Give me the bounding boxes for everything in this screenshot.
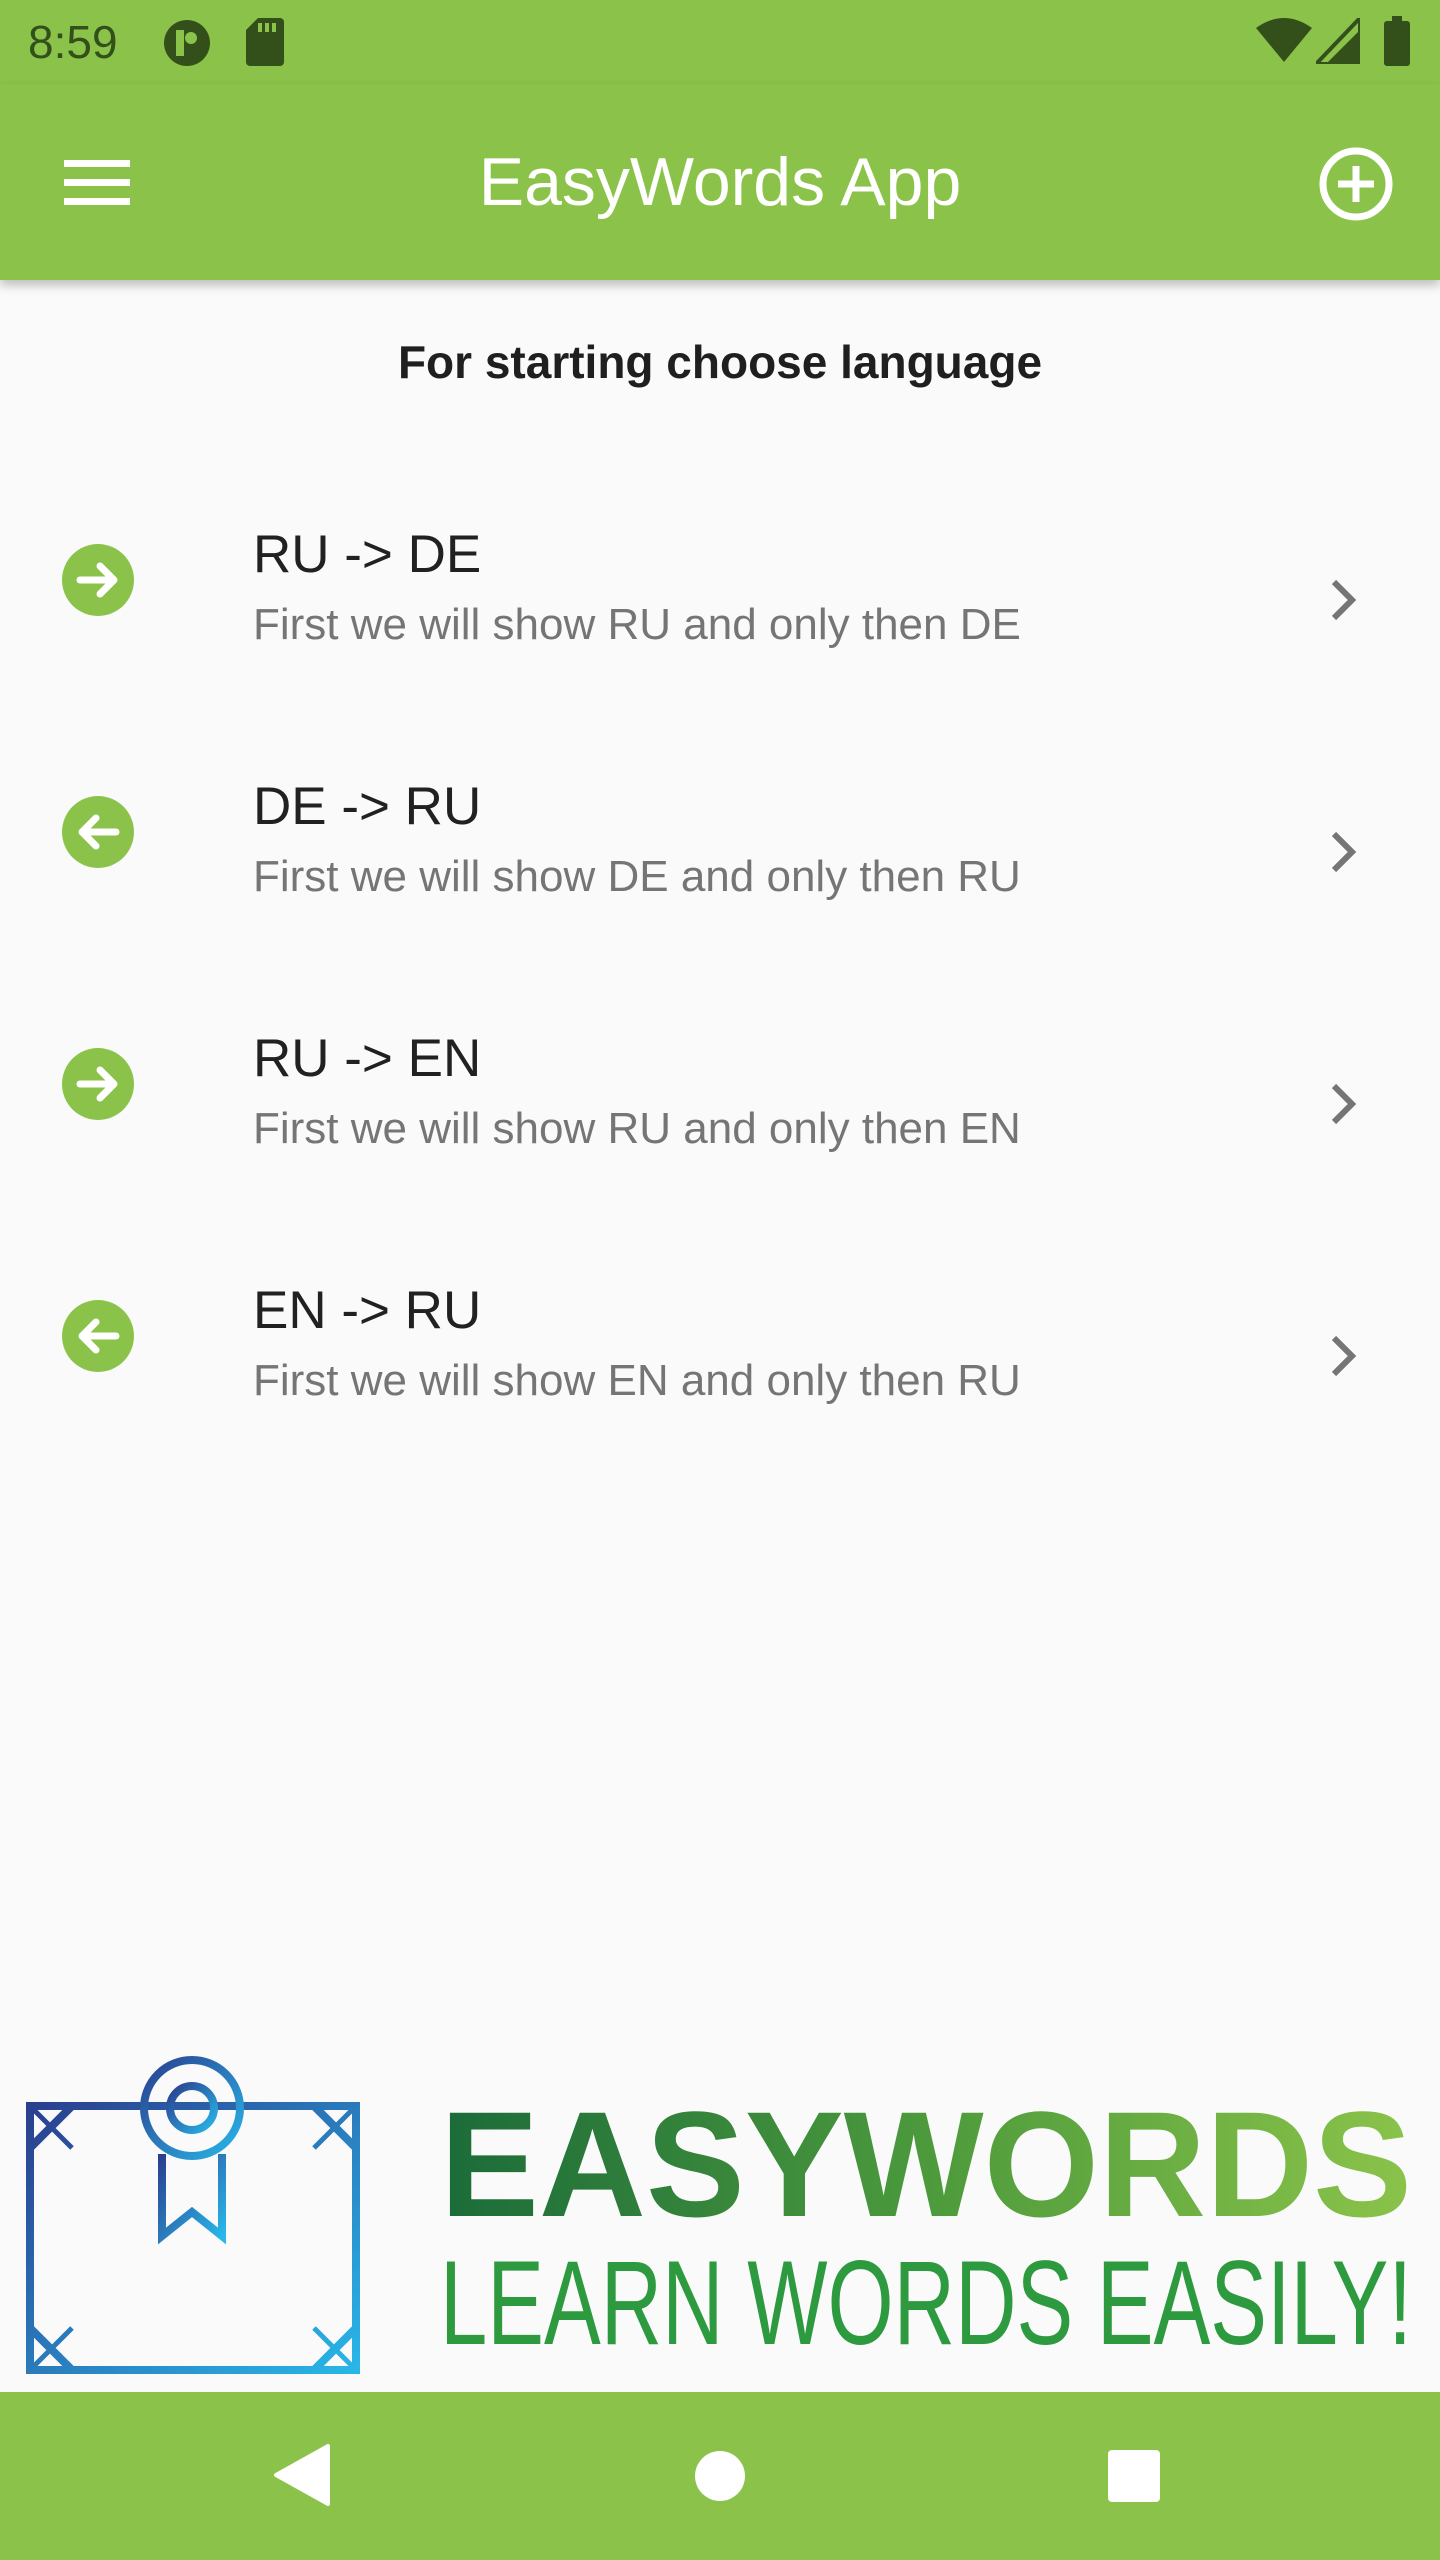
add-circle-icon[interactable]: [1318, 146, 1394, 222]
logo-tagline: LEARN WORDS EASILY!: [440, 2236, 1412, 2364]
list-item-de-ru[interactable]: DE -> RU First we will show DE and only …: [0, 734, 1440, 986]
list-item-ru-en[interactable]: RU -> EN First we will show RU and only …: [0, 986, 1440, 1238]
chevron-right-icon: [1331, 1083, 1357, 1125]
battery-icon: [1384, 16, 1410, 66]
wifi-icon: [1256, 18, 1312, 62]
app-bar: EasyWords App: [0, 84, 1440, 280]
status-bar: 8:59: [0, 0, 1440, 84]
list-item-en-ru[interactable]: EN -> RU First we will show EN and only …: [0, 1238, 1440, 1490]
arrow-left-circle-icon: [62, 1300, 134, 1372]
sd-card-icon: [246, 18, 284, 66]
item-subtitle: First we will show EN and only then RU: [253, 1356, 1021, 1405]
certificate-emblem-icon: [26, 2056, 360, 2374]
page-heading: For starting choose language: [397, 336, 1043, 388]
chevron-right-icon: [1331, 579, 1357, 621]
app-title: EasyWords App: [478, 144, 962, 220]
back-icon[interactable]: [270, 2442, 330, 2508]
recents-icon[interactable]: [1108, 2450, 1160, 2502]
signal-icon: [1316, 18, 1360, 64]
chevron-right-icon: [1331, 831, 1357, 873]
arrow-right-circle-icon: [62, 544, 134, 616]
arrow-left-circle-icon: [62, 796, 134, 868]
chevron-right-icon: [1331, 1335, 1357, 1377]
item-subtitle: First we will show RU and only then EN: [253, 1104, 1021, 1153]
easywords-logo: EASYWORDS LEARN WORDS EASILY!: [0, 2038, 1440, 2378]
item-subtitle: First we will show RU and only then DE: [253, 600, 1021, 649]
svg-text:LEARN WORDS EASILY!: LEARN WORDS EASILY!: [440, 2236, 1412, 2364]
item-subtitle: First we will show DE and only then RU: [253, 852, 1021, 901]
system-nav-bar: [0, 2392, 1440, 2560]
item-title: EN -> RU: [253, 1281, 482, 1340]
arrow-right-circle-icon: [62, 1048, 134, 1120]
logo-wordmark: EASYWORDS: [440, 2080, 1412, 2246]
item-title: RU -> DE: [253, 525, 482, 584]
status-time: 8:59: [28, 16, 118, 68]
item-title: DE -> RU: [253, 777, 482, 836]
svg-text:EASYWORDS: EASYWORDS: [440, 2080, 1412, 2246]
notification-app-icon: [164, 20, 210, 66]
home-icon[interactable]: [694, 2450, 746, 2502]
item-title: RU -> EN: [253, 1029, 482, 1088]
list-item-ru-de[interactable]: RU -> DE First we will show RU and only …: [0, 482, 1440, 734]
